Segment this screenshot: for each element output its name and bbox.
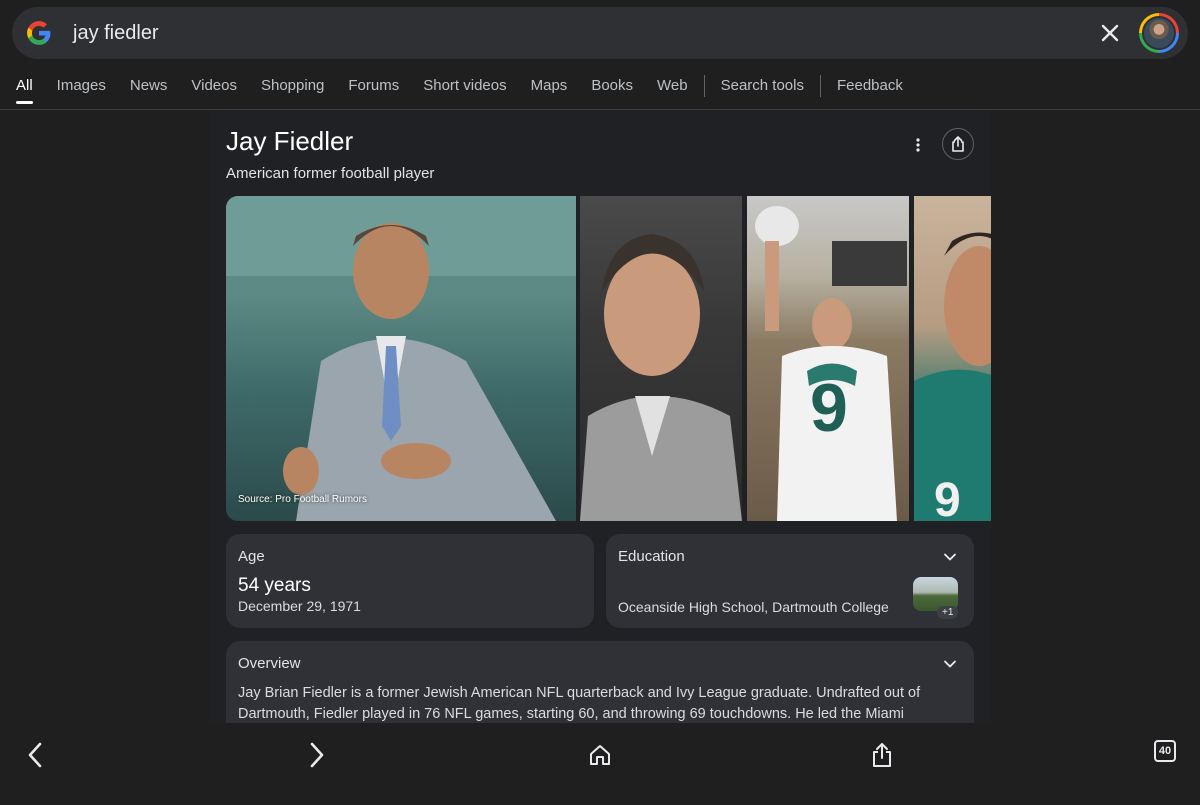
search-box[interactable]: jay fiedler — [12, 7, 1188, 59]
svg-text:9: 9 — [934, 474, 961, 521]
education-label: Education — [618, 548, 685, 565]
google-g-icon — [27, 21, 51, 45]
photo-person-portrait — [580, 234, 742, 521]
chevron-right-icon — [310, 742, 324, 768]
home-button[interactable] — [582, 737, 618, 773]
entity-photo-2[interactable] — [580, 196, 742, 521]
image-source-label: Source: Pro Football Rumors — [238, 494, 367, 505]
education-card[interactable]: Education Oceanside High School, Dartmou… — [606, 534, 974, 628]
forward-button[interactable] — [299, 737, 335, 773]
education-value: Oceanside High School, Dartmouth College — [618, 599, 889, 615]
share-button[interactable] — [942, 128, 974, 160]
overview-text: Jay Brian Fiedler is a former Jewish Ame… — [238, 685, 921, 722]
home-icon — [590, 745, 610, 765]
tab-divider — [703, 75, 705, 97]
overview-label: Overview — [238, 655, 301, 672]
tab-news[interactable]: News — [130, 68, 168, 104]
age-card[interactable]: Age 54 years December 29, 1971 — [226, 534, 594, 628]
tab-divider — [819, 75, 821, 97]
close-icon — [1101, 24, 1119, 42]
share-page-button[interactable] — [864, 737, 900, 773]
share-icon — [873, 743, 891, 767]
tab-videos[interactable]: Videos — [191, 68, 237, 104]
share-icon — [952, 136, 964, 152]
education-more-count: +1 — [937, 606, 959, 619]
entity-subtitle: American former football player — [226, 165, 435, 182]
tab-maps[interactable]: Maps — [531, 68, 568, 104]
age-label: Age — [238, 548, 265, 565]
entity-title: Jay Fiedler — [226, 126, 354, 156]
birth-date: December 29, 1971 — [238, 598, 361, 614]
feedback-button[interactable]: Feedback — [837, 68, 903, 104]
tab-all[interactable]: All — [16, 68, 33, 104]
bottom-nav-bar: 40 — [0, 723, 1200, 805]
top-bar: jay fiedler All Images News Videos Shopp… — [0, 0, 1200, 110]
search-tools-button[interactable]: Search tools — [721, 68, 804, 104]
tab-images[interactable]: Images — [57, 68, 106, 104]
tab-books[interactable]: Books — [591, 68, 633, 104]
tab-short-videos[interactable]: Short videos — [423, 68, 506, 104]
clear-search-button[interactable] — [1096, 19, 1124, 47]
tab-web[interactable]: Web — [657, 68, 688, 104]
svg-text:9: 9 — [810, 370, 848, 446]
search-query[interactable]: jay fiedler — [73, 20, 159, 46]
entity-photo-4[interactable]: 9 — [914, 196, 991, 521]
chevron-down-icon[interactable] — [942, 549, 958, 565]
tab-forums[interactable]: Forums — [348, 68, 399, 104]
avatar-image — [1142, 16, 1176, 50]
account-avatar[interactable] — [1139, 13, 1179, 53]
photo-player-jersey: 9 — [755, 206, 907, 521]
more-options-button[interactable] — [907, 133, 929, 157]
chevron-down-icon[interactable] — [942, 656, 958, 672]
chevron-left-icon — [28, 742, 42, 768]
photo-player-closeup: 9 — [914, 232, 991, 521]
tab-shopping[interactable]: Shopping — [261, 68, 324, 104]
entity-photo-3[interactable]: 9 — [747, 196, 909, 521]
back-button[interactable] — [17, 737, 53, 773]
knowledge-panel: Jay Fiedler American former football pla… — [210, 110, 991, 723]
more-vert-icon — [916, 138, 920, 152]
tab-switcher-button[interactable]: 40 — [1154, 740, 1176, 762]
search-tabs: All Images News Videos Shopping Forums S… — [0, 66, 927, 106]
entity-photo-1[interactable]: Source: Pro Football Rumors — [226, 196, 576, 521]
photo-person-suit — [226, 196, 576, 521]
image-carousel: Source: Pro Football Rumors 9 9 — [226, 196, 991, 521]
overview-card[interactable]: Overview Jay Brian Fiedler is a former J… — [226, 641, 974, 723]
age-value: 54 years — [238, 575, 311, 596]
